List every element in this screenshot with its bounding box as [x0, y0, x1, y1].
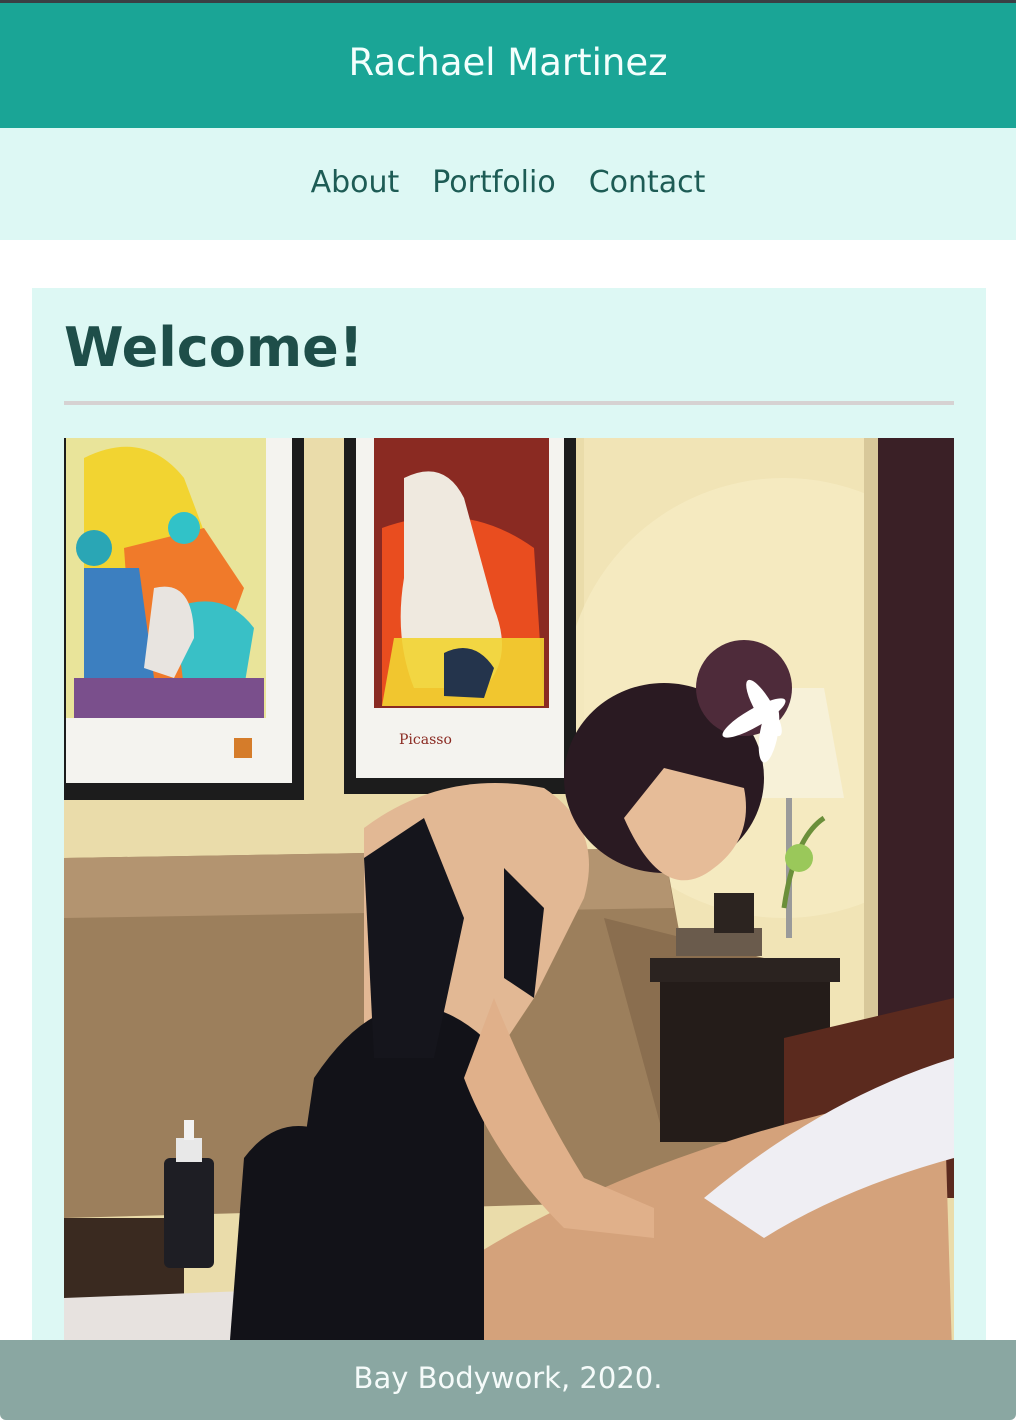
nav-link-portfolio[interactable]: Portfolio [432, 165, 555, 200]
svg-text:Picasso: Picasso [399, 732, 452, 748]
massage-photo-illustration: Picasso [64, 438, 954, 1418]
site-title[interactable]: Rachael Martinez [348, 41, 667, 84]
site-footer: Bay Bodywork, 2020. [0, 1340, 1016, 1420]
nav-link-about[interactable]: About [311, 165, 400, 200]
footer-copyright: Bay Bodywork, 2020. [353, 1361, 663, 1395]
site-header: Rachael Martinez [0, 3, 1016, 128]
hero-photo: Picasso [64, 438, 954, 1418]
heading-divider [64, 401, 954, 405]
main-content: Welcome! Picasso [32, 288, 986, 1420]
nav-link-contact[interactable]: Contact [589, 165, 706, 200]
page-heading: Welcome! [64, 316, 364, 379]
main-nav: About Portfolio Contact [0, 128, 1016, 240]
